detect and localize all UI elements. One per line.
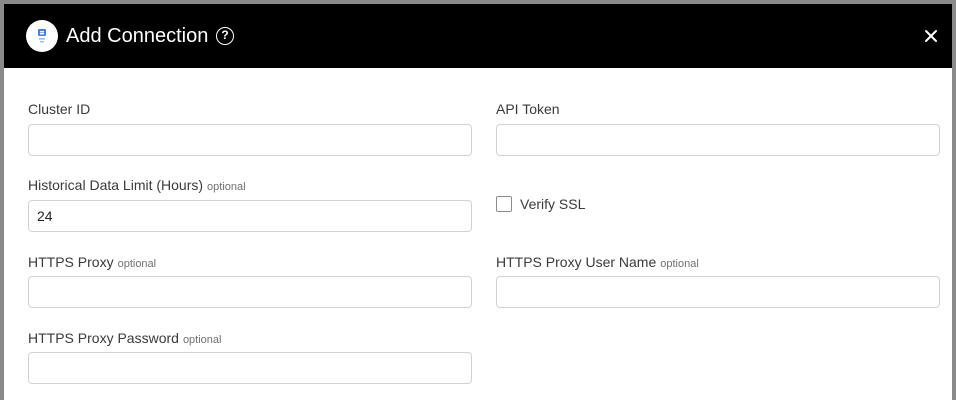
help-circle-icon[interactable]: ? [216, 27, 234, 45]
verify-ssl-label: Verify SSL [520, 196, 586, 212]
dialog-title: Add Connection [66, 25, 209, 47]
historical-limit-input[interactable] [28, 200, 472, 232]
https-proxy-user-input[interactable] [496, 276, 940, 308]
https-proxy-password-input[interactable] [28, 352, 472, 384]
https-proxy-input[interactable] [28, 276, 472, 308]
verify-ssl-checkbox-box[interactable] [496, 196, 512, 212]
cluster-id-label-text: Cluster ID [28, 101, 91, 117]
verify-ssl-checkbox[interactable]: Verify SSL [496, 195, 585, 213]
dialog-header: Add Connection ? [4, 4, 952, 68]
add-connection-dialog: Add Connection ? Cluster ID API Token Hi… [0, 0, 956, 400]
optional-tag: optional [117, 258, 157, 270]
optional-tag: optional [660, 258, 699, 270]
https-proxy-user-label-text: HTTPS Proxy User Name [496, 254, 657, 270]
cluster-id-input[interactable] [28, 124, 472, 156]
close-button[interactable] [920, 25, 942, 47]
cluster-id-label: Cluster ID [28, 100, 90, 118]
api-token-input[interactable] [496, 124, 940, 156]
close-icon [925, 30, 937, 42]
https-proxy-user-label: HTTPS Proxy User Name optional [496, 253, 699, 273]
https-proxy-password-label-text: HTTPS Proxy Password [28, 330, 179, 346]
api-token-label-text: API Token [496, 101, 560, 117]
optional-tag: optional [182, 334, 222, 346]
historical-limit-label-text: Historical Data Limit (Hours) [28, 177, 204, 193]
https-proxy-password-label: HTTPS Proxy Password optional [28, 329, 221, 349]
api-token-label: API Token [496, 100, 560, 118]
connector-logo-icon [26, 20, 58, 52]
https-proxy-label: HTTPS Proxy optional [28, 253, 156, 273]
historical-limit-label: Historical Data Limit (Hours) optional [28, 176, 246, 196]
optional-tag: optional [207, 181, 246, 193]
https-proxy-label-text: HTTPS Proxy [28, 254, 114, 270]
